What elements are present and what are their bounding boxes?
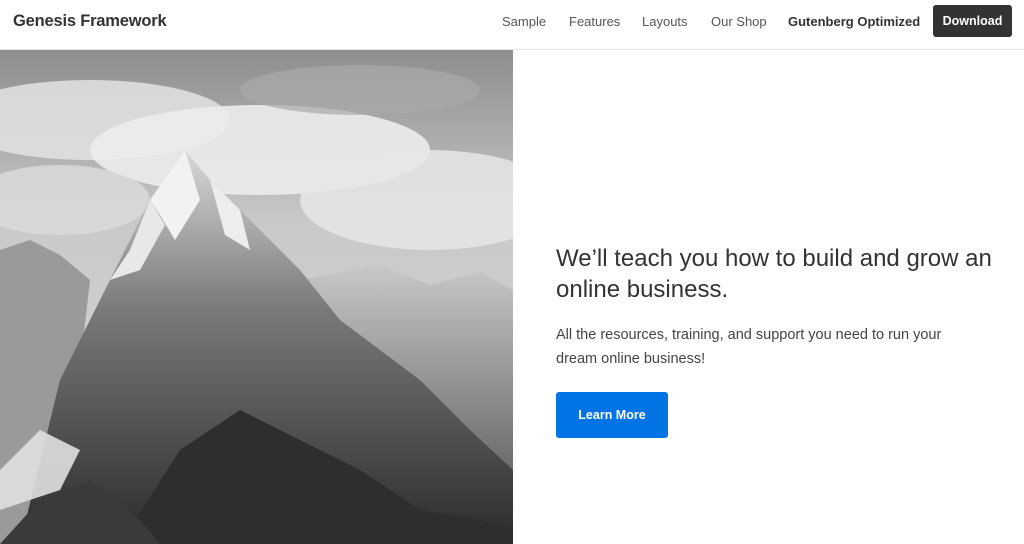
nav-item-gutenberg-optimized[interactable]: Gutenberg Optimized [788, 14, 920, 29]
nav-item-our-shop[interactable]: Our Shop [711, 14, 767, 29]
hero-mountain-image [0, 50, 513, 544]
hero-title: We’ll teach you how to build and grow an… [556, 245, 992, 303]
learn-more-button[interactable]: Learn More [556, 392, 668, 438]
nav-item-features[interactable]: Features [569, 14, 620, 29]
hero-subtitle: All the resources, training, and support… [556, 327, 942, 367]
nav-item-sample[interactable]: Sample [502, 14, 546, 29]
site-header: Genesis Framework Sample Features Layout… [0, 0, 1024, 50]
site-title[interactable]: Genesis Framework [13, 12, 167, 31]
download-button[interactable]: Download [933, 5, 1012, 37]
hero-text-block: We’ll teach you how to build and grow an… [556, 243, 996, 371]
nav-item-layouts[interactable]: Layouts [642, 14, 688, 29]
